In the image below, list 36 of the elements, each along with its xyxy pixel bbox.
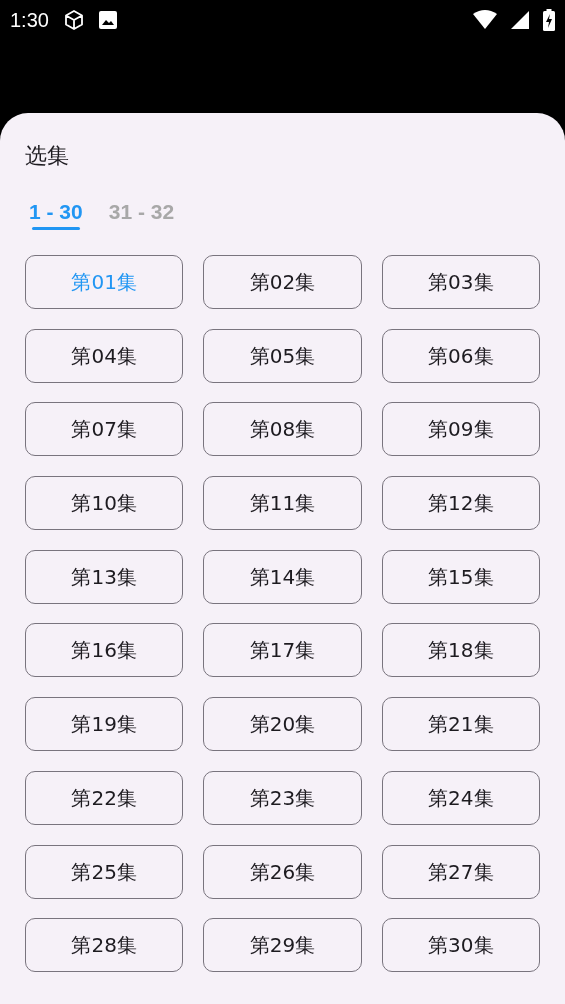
episode-button[interactable]: 第05集 [203,328,362,383]
episode-button[interactable]: 第22集 [25,770,184,825]
image-icon [98,11,117,29]
episode-button[interactable]: 第21集 [381,697,540,752]
episode-button[interactable]: 第11集 [203,476,362,531]
episode-button[interactable]: 第13集 [25,549,184,604]
episode-button[interactable]: 第16集 [25,623,184,678]
episode-button[interactable]: 第28集 [25,918,184,973]
episode-button[interactable]: 第24集 [381,770,540,825]
battery-icon [543,9,555,31]
episode-button[interactable]: 第08集 [203,402,362,457]
episode-button[interactable]: 第02集 [203,255,362,309]
episode-button[interactable]: 第07集 [25,402,184,457]
episode-button[interactable]: 第09集 [381,402,540,457]
episode-button[interactable]: 第10集 [25,476,184,531]
episode-button[interactable]: 第04集 [25,328,184,383]
wifi-icon [473,10,497,30]
episode-button[interactable]: 第12集 [381,476,540,531]
episode-button[interactable]: 第03集 [381,255,540,309]
episode-button[interactable]: 第25集 [25,844,184,899]
signal-icon [511,10,529,30]
episode-button[interactable]: 第20集 [203,697,362,752]
episode-button[interactable]: 第06集 [381,328,540,383]
cube-icon [62,9,85,31]
episode-button[interactable]: 第26集 [203,844,362,899]
episode-button[interactable]: 第27集 [381,844,540,899]
episode-button[interactable]: 第18集 [381,623,540,678]
status-time: 1:30 [10,8,49,33]
sheet-title: 选集 [25,142,70,170]
episode-button[interactable]: 第29集 [203,918,362,973]
episode-button[interactable]: 第30集 [381,918,540,973]
episode-button[interactable]: 第19集 [25,697,184,752]
episode-button[interactable]: 第17集 [203,623,362,678]
episode-button[interactable]: 第14集 [203,549,362,604]
episode-button[interactable]: 第15集 [381,549,540,604]
episode-button[interactable]: 第23集 [203,770,362,825]
